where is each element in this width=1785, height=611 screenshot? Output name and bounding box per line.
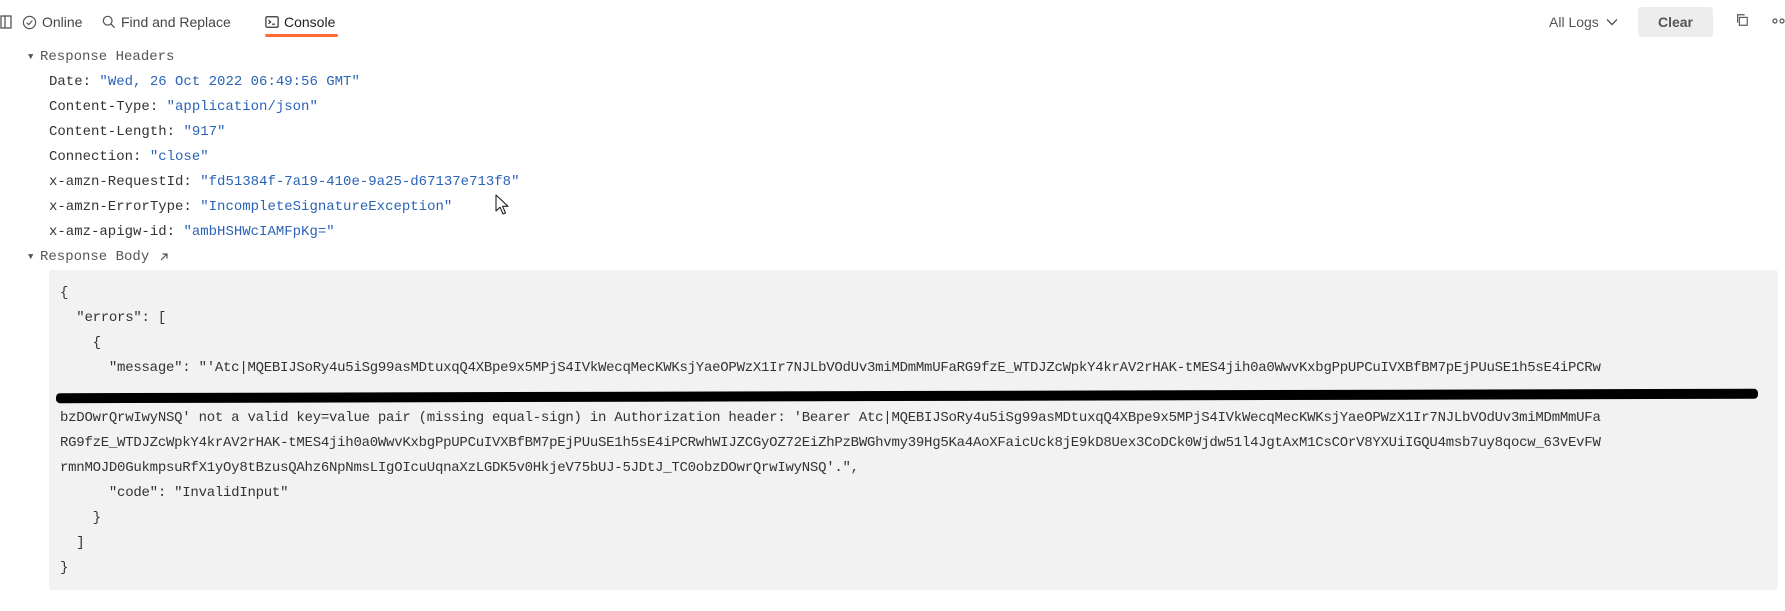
json-line: bzDOwrQrwIwyNSQ' not a valid key=value p… (60, 410, 1601, 426)
header-row: x-amzn-ErrorType: "IncompleteSignatureEx… (49, 197, 452, 217)
json-line: rmnMOJD0GukmpsuRfX1yOy8tBzusQAhz6NpNmsLI… (60, 460, 859, 476)
json-line: RG9fzE_WTDJZcWpkY4krAV2rHAK-tMES4jih0a0W… (60, 435, 1601, 451)
header-row: Content-Type: "application/json" (49, 97, 318, 117)
header-key: x-amzn-ErrorType: (49, 199, 192, 215)
json-line: { (60, 335, 101, 351)
tab-console[interactable]: Console (265, 12, 335, 32)
header-row: Connection: "close" (49, 147, 209, 167)
json-line: "errors": [ (60, 310, 166, 326)
find-replace-label: Find and Replace (121, 14, 231, 30)
caret-down-icon: ▼ (28, 52, 34, 62)
response-body-panel (49, 270, 1778, 590)
response-body-title: Response Body (40, 249, 150, 265)
clear-button[interactable]: Clear (1638, 7, 1713, 37)
response-headers-title: Response Headers (40, 49, 175, 65)
more-options-button[interactable] (1772, 14, 1785, 33)
header-value: "ambHSHWcIAMFpKg=" (183, 224, 335, 240)
console-toolbar: Online Find and Replace Console All Logs… (0, 0, 1785, 42)
header-key: Content-Length: (49, 124, 176, 140)
json-line: } (60, 510, 101, 526)
response-headers-toggle[interactable]: ▼ Response Headers (28, 47, 174, 67)
header-value: "Wed, 26 Oct 2022 06:49:56 GMT" (99, 74, 360, 90)
console-icon (265, 16, 279, 28)
more-icon (1772, 18, 1785, 24)
json-line: "code": "InvalidInput" (60, 485, 289, 501)
json-line: ] (60, 535, 85, 551)
header-row: x-amz-apigw-id: "ambHSHWcIAMFpKg=" (49, 222, 335, 242)
external-link-icon[interactable] (159, 252, 169, 262)
online-label: Online (42, 14, 83, 30)
active-tab-indicator (265, 34, 338, 37)
header-value: "917" (183, 124, 226, 140)
header-key: Date: (49, 74, 92, 90)
header-value: "fd51384f-7a19-410e-9a25-d67137e713f8" (200, 174, 520, 190)
find-replace-button[interactable]: Find and Replace (102, 12, 231, 32)
mouse-cursor-icon (495, 194, 509, 215)
copy-button[interactable] (1735, 13, 1749, 32)
sidebar-toggle-button[interactable] (0, 12, 12, 32)
online-status[interactable]: Online (22, 12, 82, 32)
json-line: { (60, 285, 69, 301)
caret-down-icon: ▼ (28, 252, 34, 262)
header-key: Connection: (49, 149, 142, 165)
log-level-label: All Logs (1549, 14, 1599, 30)
copy-icon (1737, 14, 1748, 26)
check-circle-icon (22, 15, 37, 29)
header-value: "IncompleteSignatureException" (200, 199, 453, 215)
header-row: Content-Length: "917" (49, 122, 225, 142)
json-line: } (60, 560, 69, 576)
header-key: x-amz-apigw-id: (49, 224, 176, 240)
log-level-dropdown[interactable]: All Logs (1549, 12, 1618, 32)
console-tab-label: Console (284, 14, 336, 30)
search-icon (102, 15, 116, 29)
header-value: "close" (149, 149, 209, 165)
header-value: "application/json" (166, 99, 318, 115)
response-body-toggle[interactable]: ▼ Response Body (28, 247, 169, 267)
sidebar-icon (0, 15, 12, 29)
header-key: x-amzn-RequestId: (49, 174, 192, 190)
header-key: Content-Type: (49, 99, 159, 115)
header-row: x-amzn-RequestId: "fd51384f-7a19-410e-9a… (49, 172, 520, 192)
chevron-down-icon (1606, 19, 1618, 26)
json-line: "message": "'Atc|MQEBIJSoRy4u5iSg99asMDt… (60, 360, 1601, 376)
header-row: Date: "Wed, 26 Oct 2022 06:49:56 GMT" (49, 72, 360, 92)
